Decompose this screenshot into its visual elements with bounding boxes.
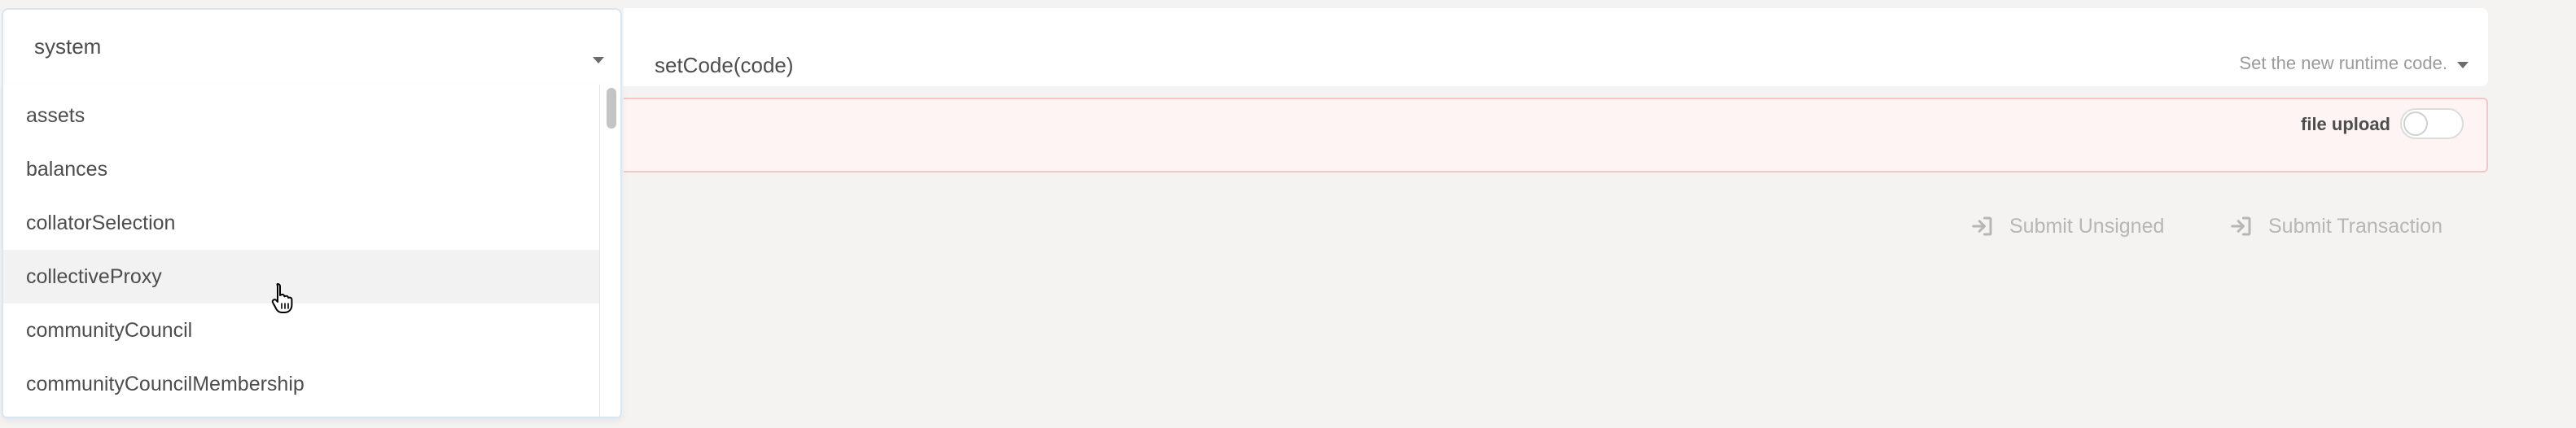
file-upload-toggle[interactable] bbox=[2400, 108, 2464, 139]
submit-unsigned-button[interactable]: Submit Unsigned bbox=[1970, 210, 2164, 242]
dropdown-option-communityCouncilMembership[interactable]: communityCouncilMembership bbox=[3, 357, 599, 411]
code-param-row: file upload bbox=[624, 98, 2488, 173]
file-upload-label: file upload bbox=[2301, 114, 2390, 134]
section-select[interactable]: system bbox=[2, 8, 622, 86]
submit-transaction-label: Submit Transaction bbox=[2268, 214, 2442, 238]
toggle-knob bbox=[2403, 111, 2428, 136]
sign-in-icon bbox=[1972, 216, 1992, 236]
submit-transaction-button[interactable]: Submit Transaction bbox=[2229, 210, 2442, 242]
dropdown-option-communityCouncil[interactable]: communityCouncil bbox=[3, 304, 599, 357]
dropdown-option-assets[interactable]: assets bbox=[3, 89, 599, 142]
method-select-value: setCode(code) bbox=[655, 53, 794, 77]
chevron-down-icon[interactable] bbox=[593, 57, 604, 63]
chevron-down-icon[interactable] bbox=[2457, 62, 2469, 68]
method-select[interactable]: setCode(code) Set the new runtime code. bbox=[624, 8, 2488, 86]
section-dropdown-menu: assets balances collatorSelection collec… bbox=[2, 85, 622, 418]
section-select-value: system bbox=[34, 34, 102, 59]
method-description: Set the new runtime code. bbox=[2239, 53, 2447, 73]
dropdown-option-balances[interactable]: balances bbox=[3, 142, 599, 196]
dropdown-option-collatorSelection[interactable]: collatorSelection bbox=[3, 196, 599, 250]
sign-in-icon bbox=[2231, 216, 2251, 236]
hand-pointer-icon bbox=[271, 283, 293, 313]
dropdown-scrollbar-thumb[interactable] bbox=[607, 88, 616, 129]
submit-unsigned-label: Submit Unsigned bbox=[2009, 214, 2165, 238]
dropdown-option-collectiveProxy[interactable]: collectiveProxy bbox=[3, 250, 599, 304]
dropdown-scrollbar-track[interactable] bbox=[599, 85, 600, 417]
